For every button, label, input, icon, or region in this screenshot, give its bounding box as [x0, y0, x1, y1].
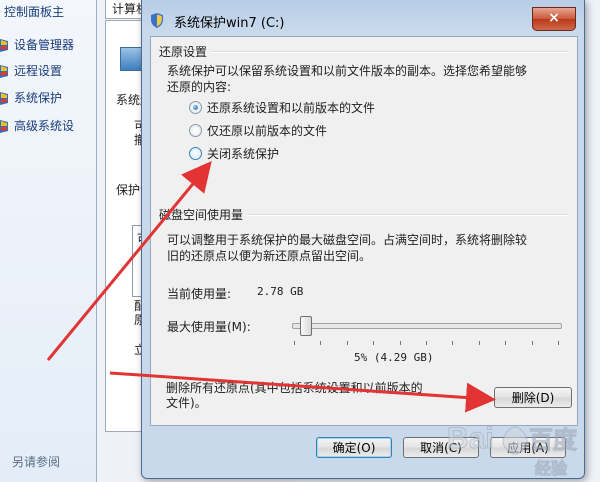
restore-description-line1: 系统保护可以保留系统设置和以前文件版本的副本。选择您希望能够 — [167, 64, 528, 78]
radio-button[interactable] — [189, 123, 202, 137]
see-also-heading: 另请参阅 — [12, 455, 61, 469]
max-usage-slider-thumb[interactable] — [300, 316, 313, 336]
svg-text:经验: 经验 — [535, 459, 568, 478]
restore-description-line2: 还原的内容: — [167, 80, 232, 94]
system-protection-icon — [0, 91, 10, 105]
disk-description-line2: 旧的还原点以便为新还原点留出空间。 — [167, 249, 372, 263]
slider-tick — [452, 341, 454, 345]
device-manager-icon — [0, 38, 10, 52]
dialog-title: 系统保护win7 (C:) — [174, 16, 285, 31]
delete-description-line2: 文件)。 — [166, 396, 207, 410]
radio-button[interactable] — [189, 146, 202, 160]
dialog-titlebar[interactable]: 系统保护win7 (C:) × — [142, 0, 584, 36]
radio-label: 还原系统设置和以前版本的文件 — [207, 100, 376, 115]
radio-label: 仅还原以前版本的文件 — [207, 123, 328, 138]
ok-button[interactable]: 确定(O) — [316, 437, 392, 458]
disk-description-line1: 可以调整用于系统保护的最大磁盘空间。占满空间时，系统将删除较 — [167, 233, 528, 247]
max-usage-slider-track[interactable] — [292, 323, 562, 329]
remote-settings-icon — [0, 64, 10, 78]
slider-tick — [399, 341, 401, 345]
control-panel-sidebar: 控制面板主 设备管理器 远程设置 系统保护 高级系统设 另请参阅 — [0, 0, 103, 482]
current-usage-value: 2.78 GB — [257, 285, 304, 298]
slider-tick — [531, 341, 533, 345]
sidebar-link-remote-settings[interactable]: 远程设置 — [0, 62, 62, 80]
max-usage-label: 最大使用量(M): — [167, 320, 251, 334]
radio-label: 关闭系统保护 — [207, 146, 280, 161]
slider-tick — [294, 341, 295, 345]
disk-usage-heading: 磁盘空间使用量 — [159, 206, 248, 223]
restore-group-divider — [159, 51, 569, 53]
radio-button-checked[interactable] — [189, 100, 202, 114]
current-usage-label: 当前使用量: — [167, 287, 232, 301]
slider-readout: 5% (4.29 GB) — [354, 351, 434, 364]
baidu-jingyan-watermark: Bai 百度 经验 — [447, 422, 579, 479]
slider-tick — [346, 341, 348, 345]
restore-settings-heading: 还原设置 — [159, 43, 212, 60]
sidebar-link-label: 系统保护 — [14, 91, 63, 105]
slider-tick — [373, 341, 375, 345]
slider-tick — [320, 341, 322, 345]
control-panel-home-link[interactable]: 控制面板主 — [4, 3, 64, 20]
slider-tick — [426, 341, 427, 345]
svg-text:百度: 百度 — [529, 426, 578, 454]
sidebar-link-label: 设备管理器 — [14, 38, 75, 52]
system-protection-icon — [151, 13, 163, 28]
sidebar-link-label: 远程设置 — [14, 64, 63, 78]
close-icon: × — [548, 10, 560, 26]
radio-restore-files-only[interactable]: 仅还原以前版本的文件 — [189, 121, 327, 139]
radio-turn-off-protection[interactable]: 关闭系统保护 — [189, 144, 279, 162]
sidebar-link-device-manager[interactable]: 设备管理器 — [0, 36, 74, 54]
slider-tick — [558, 341, 559, 345]
radio-restore-all[interactable]: 还原系统设置和以前版本的文件 — [189, 98, 375, 116]
close-button[interactable]: × — [532, 7, 576, 31]
svg-text:Bai: Bai — [447, 422, 494, 455]
slider-tick — [505, 341, 507, 345]
sidebar-link-system-protection[interactable]: 系统保护 — [0, 89, 62, 107]
slider-tick — [478, 341, 480, 345]
dialog-client-area: 还原设置 系统保护可以保留系统设置和以前文件版本的副本。选择您希望能够 还原的内… — [150, 36, 578, 426]
advanced-system-icon — [0, 119, 10, 133]
sidebar-link-advanced-system[interactable]: 高级系统设 — [0, 117, 74, 135]
sidebar-link-label: 高级系统设 — [14, 119, 75, 133]
delete-button[interactable]: 删除(D) — [494, 387, 572, 408]
